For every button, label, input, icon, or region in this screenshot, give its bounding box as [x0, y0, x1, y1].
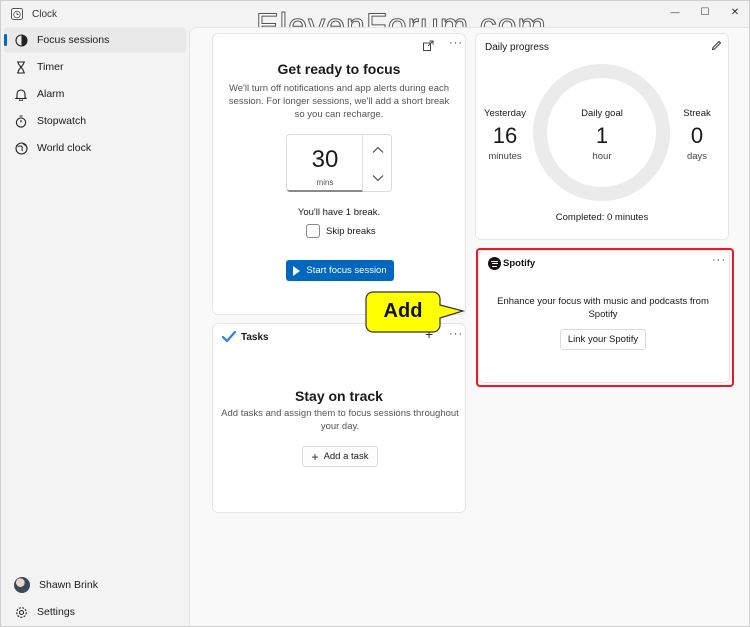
- bell-icon: [14, 87, 28, 101]
- break-text: You'll have 1 break.: [297, 207, 381, 218]
- callout-text: Add: [383, 300, 423, 322]
- settings-label: Settings: [37, 606, 75, 618]
- stopwatch-icon: [14, 114, 28, 128]
- yesterday-unit: minutes: [488, 151, 522, 162]
- sidebar-item-timer[interactable]: Timer: [4, 54, 186, 80]
- gear-icon: [14, 605, 28, 619]
- start-focus-session-label: Start focus session: [306, 265, 387, 276]
- focus-more-button[interactable]: ···: [449, 37, 463, 49]
- sidebar-item-label: Stopwatch: [37, 115, 87, 127]
- daily-progress-card: Daily progress Yesterday 16 minutes Dail…: [475, 33, 729, 240]
- plus-icon: +: [311, 449, 319, 464]
- sidebar-item-label: World clock: [37, 142, 92, 154]
- hourglass-icon: [14, 60, 28, 74]
- duration-stepper[interactable]: 30 mins: [286, 134, 392, 192]
- start-focus-session-button[interactable]: Start focus session: [286, 260, 394, 281]
- skip-breaks-label: Skip breaks: [326, 225, 376, 237]
- streak-value: 0: [690, 123, 704, 148]
- add-a-task-button[interactable]: + Add a task: [302, 446, 378, 467]
- sidebar-item-label: Focus sessions: [37, 34, 110, 46]
- add-a-task-label: Add a task: [323, 451, 369, 462]
- sidebar-item-stopwatch[interactable]: Stopwatch: [4, 108, 186, 134]
- maximize-icon: ☐: [700, 6, 710, 18]
- chevron-up-icon: [372, 146, 383, 153]
- streak-unit: days: [686, 151, 708, 162]
- daily-goal-value: 1: [595, 123, 609, 148]
- play-icon: [293, 265, 301, 276]
- yesterday-value: 16: [492, 123, 518, 148]
- duration-value-area[interactable]: 30 mins: [287, 135, 363, 192]
- sidebar-item-label: Alarm: [37, 88, 65, 100]
- increase-duration-button[interactable]: [363, 136, 392, 164]
- daily-goal-unit: hour: [592, 151, 612, 162]
- skip-breaks-row[interactable]: Skip breaks: [306, 224, 376, 238]
- sidebar-item-label: Timer: [37, 61, 64, 73]
- minimize-icon: —: [670, 7, 680, 17]
- globe-icon: [14, 141, 28, 155]
- app-title: Clock: [32, 9, 58, 20]
- streak-label: Streak: [683, 108, 711, 119]
- minimize-button[interactable]: —: [663, 4, 687, 20]
- settings-button[interactable]: Settings: [4, 599, 186, 625]
- tasks-card: Tasks + ··· Stay on track Add tasks and …: [212, 323, 466, 513]
- daily-goal-label: Daily goal: [581, 108, 623, 119]
- clock-app-icon: [11, 8, 23, 20]
- close-button[interactable]: ✕: [723, 4, 747, 20]
- tasks-title: Tasks: [241, 332, 269, 343]
- skip-breaks-checkbox[interactable]: [306, 224, 320, 238]
- decrease-duration-button[interactable]: [363, 164, 392, 192]
- sidebar-bottom: Shawn Brink Settings: [1, 572, 189, 626]
- add-callout: Add: [365, 291, 465, 333]
- account-button[interactable]: Shawn Brink: [4, 572, 186, 598]
- compact-mode-icon[interactable]: [423, 40, 434, 54]
- focus-card: ··· Get ready to focus We'll turn off no…: [212, 33, 466, 315]
- sidebar-item-alarm[interactable]: Alarm: [4, 81, 186, 107]
- tasks-heading: Stay on track: [295, 388, 383, 404]
- focus-icon: [14, 33, 28, 47]
- yesterday-label: Yesterday: [484, 108, 526, 119]
- daily-progress-title: Daily progress: [485, 42, 549, 53]
- title-bar: Clock ElevenForum.com — ☐ ✕: [1, 1, 749, 46]
- maximize-button[interactable]: ☐: [693, 4, 717, 20]
- focus-description: We'll turn off notifications and app ale…: [228, 83, 450, 120]
- user-name: Shawn Brink: [39, 579, 98, 591]
- duration-value: 30: [311, 146, 339, 173]
- completed-text: Completed: 0 minutes: [555, 212, 649, 223]
- pencil-icon[interactable]: [711, 40, 722, 54]
- highlight-box: [476, 248, 734, 387]
- clock-window: Clock ElevenForum.com — ☐ ✕ Focus sessio…: [0, 0, 750, 627]
- avatar: [14, 577, 30, 593]
- sidebar-item-world-clock[interactable]: World clock: [4, 135, 186, 161]
- todo-checkmark-icon: [221, 330, 237, 345]
- sidebar: Focus sessions Timer Alarm Stopwatch Wor…: [1, 27, 189, 626]
- sidebar-item-focus-sessions[interactable]: Focus sessions: [4, 27, 186, 53]
- chevron-down-icon: [372, 175, 383, 182]
- focus-title: Get ready to focus: [277, 61, 401, 77]
- duration-unit: mins: [316, 178, 334, 187]
- close-icon: ✕: [730, 6, 740, 18]
- tasks-description: Add tasks and assign them to focus sessi…: [221, 408, 459, 432]
